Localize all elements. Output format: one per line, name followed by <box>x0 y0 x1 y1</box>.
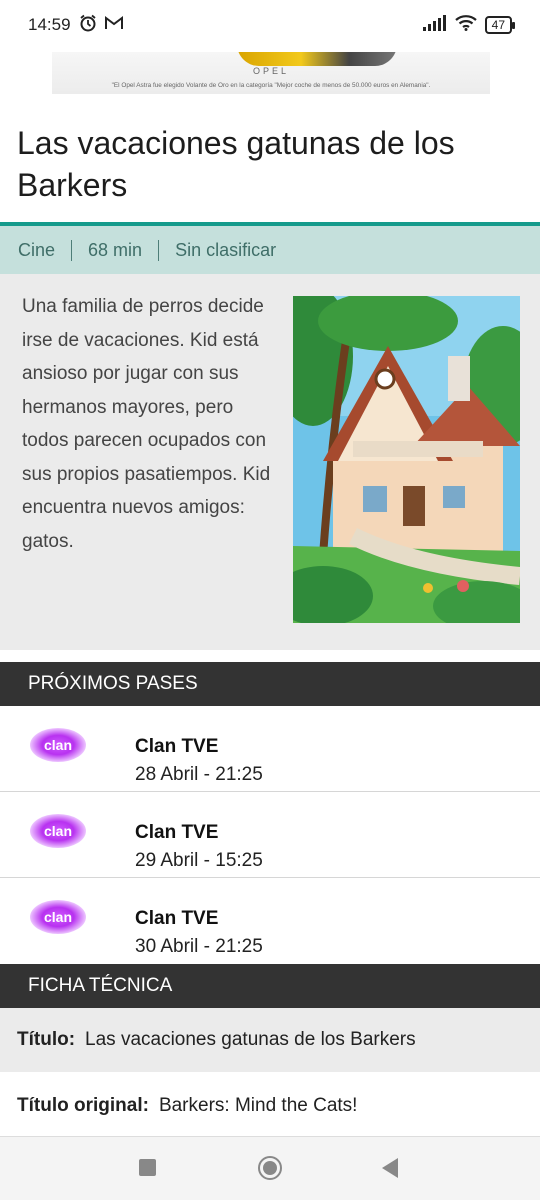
synopsis-text: Una familia de perros decide irse de vac… <box>22 296 271 552</box>
alarm-icon <box>79 14 97 37</box>
spec-row-title: Título: Las vacaciones gatunas de los Ba… <box>0 1008 540 1072</box>
page-title: Las vacaciones gatunas de los Barkers <box>17 125 455 203</box>
spec-value: Barkers: Mind the Cats! <box>158 1095 358 1116</box>
meta-duration: 68 min <box>88 239 160 261</box>
ad-car-image <box>237 52 397 66</box>
recents-icon[interactable] <box>139 1159 156 1176</box>
spec-value: Las vacaciones gatunas de los Barkers <box>85 1029 416 1050</box>
battery-icon: 47 <box>484 16 516 34</box>
status-time: 14:59 <box>28 15 71 34</box>
spec-row-original-title: Título original: Barkers: Mind the Cats! <box>0 1074 540 1138</box>
meta-row: Cine 68 min Sin clasificar <box>0 226 540 274</box>
spec-label: Título: <box>17 1029 76 1050</box>
ad-banner[interactable]: OPEL "El Opel Astra fue elegido Volante … <box>52 52 490 94</box>
broadcast-item[interactable]: clan Clan TVE 30 Abril - 21:25 <box>0 878 540 964</box>
signal-icon <box>422 14 447 36</box>
broadcast-item[interactable]: clan Clan TVE 28 Abril - 21:25 <box>0 706 540 792</box>
clan-logo-icon: clan <box>30 900 86 934</box>
back-icon[interactable] <box>382 1158 398 1178</box>
ad-brand-logo: OPEL <box>252 66 289 76</box>
status-bar: 14:59 47 <box>0 0 540 50</box>
broadcast-time: 29 Abril - 15:25 <box>135 850 263 871</box>
channel-name: Clan TVE <box>135 736 219 757</box>
broadcast-time: 28 Abril - 21:25 <box>135 764 263 785</box>
gmail-icon <box>104 15 123 35</box>
upcoming-header: PRÓXIMOS PASES <box>0 662 540 706</box>
home-icon[interactable] <box>258 1156 282 1180</box>
channel-name: Clan TVE <box>135 908 219 929</box>
broadcast-item[interactable]: clan Clan TVE 29 Abril - 15:25 <box>0 792 540 878</box>
meta-rating: Sin clasificar <box>175 239 277 260</box>
ad-caption: "El Opel Astra fue elegido Volante de Or… <box>111 82 431 89</box>
channel-name: Clan TVE <box>135 822 219 843</box>
system-nav-bar <box>0 1136 540 1200</box>
meta-genre: Cine <box>18 239 73 261</box>
specs-header: FICHA TÉCNICA <box>0 964 540 1008</box>
clan-logo-icon: clan <box>30 728 86 762</box>
spec-label: Título original: <box>17 1095 149 1116</box>
broadcast-time: 30 Abril - 21:25 <box>135 936 263 957</box>
clan-logo-icon: clan <box>30 814 86 848</box>
poster-image <box>293 296 520 623</box>
wifi-icon <box>454 14 477 36</box>
